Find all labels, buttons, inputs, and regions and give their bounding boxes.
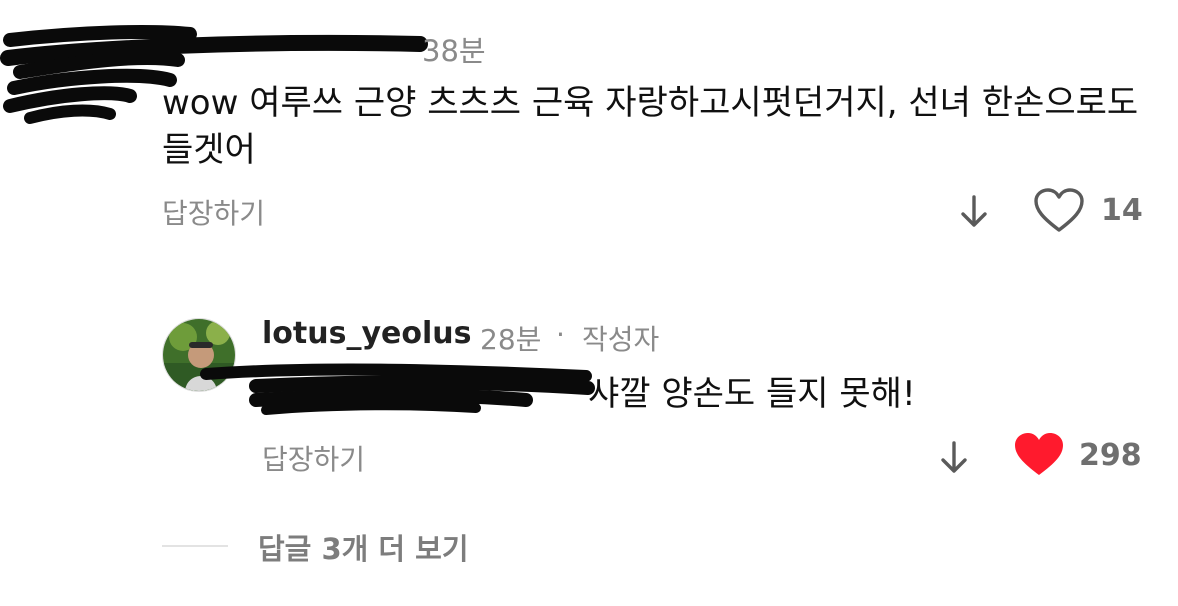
view-more-replies-button[interactable]: 답글 3개 더 보기 (258, 526, 469, 568)
reply-button[interactable]: 답장하기 (262, 438, 365, 478)
comment-1-timestamp: 38분 (422, 34, 486, 68)
author-badge: 작성자 (582, 323, 660, 356)
heart-outline-icon[interactable] (1033, 188, 1085, 234)
divider (162, 545, 228, 547)
comment-2-timestamp: 28분 (480, 323, 542, 356)
arrow-down-icon[interactable] (958, 194, 990, 230)
redacted-mention-scribble (200, 363, 595, 415)
comment-2-text: 샤깔 양손도 들지 못해! (588, 374, 916, 414)
arrow-down-icon[interactable] (938, 440, 970, 476)
comment-2-username[interactable]: lotus_yeolus (262, 316, 471, 351)
heart-filled-icon[interactable] (1013, 432, 1065, 478)
like-count: 298 (1079, 438, 1142, 473)
like-count: 14 (1101, 193, 1143, 228)
meta-separator: · (556, 318, 565, 351)
reply-button[interactable]: 답장하기 (162, 192, 265, 232)
comment-1-text: wow 여루쓰 근양 츠츠츠 근육 자랑하고시펏던거지, 선녀 한손으로도 들겟… (162, 83, 1139, 170)
